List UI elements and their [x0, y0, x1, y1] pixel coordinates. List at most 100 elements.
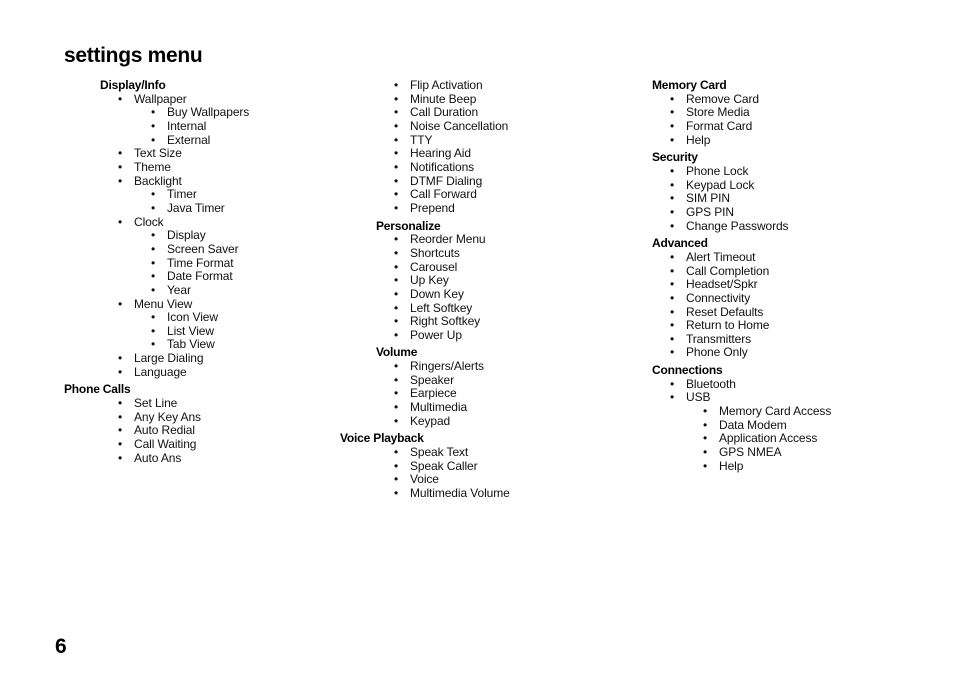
menu-item-label: Auto Ans [134, 450, 182, 465]
bullet-icon: • [394, 413, 399, 428]
menu-section: Personalize • Reorder Menu • Shortcuts • Carou… [340, 219, 510, 343]
menu-item-label: Data Modem [719, 417, 787, 432]
bullet-icon: • [670, 263, 675, 278]
menu-item-label: Right Softkey [410, 314, 481, 329]
menu-item: • Set Line [118, 396, 249, 411]
bullet-icon: • [394, 259, 399, 274]
page-number: 6 [55, 635, 67, 658]
menu-item: • Right Softkey [394, 314, 510, 329]
bullet-icon: • [118, 396, 123, 411]
bullet-icon: • [394, 187, 399, 202]
bullet-icon: • [703, 445, 708, 460]
menu-item: • Hearing Aid [394, 146, 510, 161]
menu-item-label: Remove Card [686, 91, 759, 106]
menu-item: • Call Waiting [118, 437, 249, 452]
bullet-icon: • [670, 390, 675, 405]
menu-item-label: Headset/Spkr [686, 277, 758, 292]
bullet-icon: • [670, 204, 675, 219]
menu-item: • Speak Caller [394, 459, 510, 474]
menu-item-label: DTMF Dialing [410, 173, 483, 188]
menu-item: • Auto Redial [118, 423, 249, 438]
menu-item-label: Left Softkey [410, 300, 473, 315]
bullet-icon: • [151, 228, 156, 243]
menu-item-label: Multimedia [410, 400, 468, 415]
menu-item-label: Ringers/Alerts [410, 359, 484, 374]
bullet-icon: • [394, 200, 399, 215]
menu-item-label: Prepend [410, 200, 455, 215]
menu-item-label: SIM PIN [686, 191, 730, 206]
bullet-icon: • [394, 105, 399, 120]
menu-item: • Text Size [118, 146, 249, 161]
bullet-icon: • [703, 417, 708, 432]
menu-item-label: Clock [134, 214, 164, 229]
bullet-icon: • [151, 323, 156, 338]
menu-item-label: Alert Timeout [686, 249, 756, 264]
menu-item-label: Java Timer [167, 200, 225, 215]
menu-item-label: Voice [410, 472, 439, 487]
menu-item-label: Connectivity [686, 290, 751, 305]
menu-item: • Multimedia Volume [394, 486, 510, 501]
menu-item-label: Auto Redial [134, 423, 195, 438]
bullet-icon: • [151, 255, 156, 270]
bullet-icon: • [118, 364, 123, 379]
menu-item: • Shortcuts [394, 246, 510, 261]
menu-item: • Remove Card [670, 91, 831, 107]
menu-item-label: Flip Activation [410, 78, 483, 92]
submenu-item: • Icon View [151, 310, 249, 325]
bullet-icon: • [394, 173, 399, 188]
menu-item-label: Help [719, 458, 744, 473]
bullet-icon: • [118, 159, 123, 174]
menu-item-label: Carousel [410, 259, 458, 274]
menu-item: • Call Forward [394, 187, 510, 202]
menu-item: • Return to Home [670, 318, 831, 333]
menu-item: • Language [118, 364, 249, 380]
menu-item: • Prepend [394, 200, 510, 216]
bullet-icon: • [151, 269, 156, 284]
menu-item: • USB [670, 391, 831, 405]
menu-item: • DTMF Dialing [394, 173, 510, 189]
section-heading: Connections [652, 363, 723, 378]
bullet-icon: • [118, 409, 123, 424]
menu-item: • Flip Activation [394, 78, 510, 93]
submenu-item: • Data Modem [703, 417, 831, 433]
bullet-icon: • [394, 146, 399, 161]
bullet-icon: • [670, 318, 675, 333]
section-heading: Security [652, 150, 698, 165]
menu-item-label: External [167, 132, 211, 147]
menu-item-label: Earpiece [410, 386, 457, 401]
menu-item-label: GPS PIN [686, 204, 734, 219]
menu-item: • Large Dialing [118, 351, 249, 366]
bullet-icon: • [394, 486, 399, 501]
menu-item-label: Noise Cancellation [410, 118, 509, 133]
bullet-icon: • [151, 241, 156, 256]
menu-item: • Up Key [394, 273, 510, 288]
bullet-icon: • [703, 404, 708, 419]
submenu-item: • GPS NMEA [703, 445, 831, 460]
menu-item: • Store Media [670, 105, 831, 120]
submenu-item: • Time Format [151, 256, 249, 271]
submenu-item: • Year [151, 283, 249, 298]
menu-item-label: Return to Home [686, 318, 770, 333]
bullet-icon: • [670, 290, 675, 305]
section-heading: Memory Card [652, 78, 727, 92]
menu-item-label: Any Key Ans [134, 409, 201, 424]
menu-item-label: Call Duration [410, 105, 479, 120]
bullet-icon: • [118, 146, 123, 161]
bullet-icon: • [703, 458, 708, 473]
menu-column-3: Memory Card • Remove Card • Store Media • Form… [652, 78, 831, 473]
menu-section: • Flip Activation • Minute Beep • Call Durati… [340, 78, 510, 216]
submenu-item: • List View [151, 324, 249, 339]
menu-item-label: Screen Saver [167, 241, 239, 256]
menu-item-label: Icon View [167, 310, 218, 325]
bullet-icon: • [703, 431, 708, 446]
menu-item: • Keypad [394, 414, 510, 429]
submenu-item: • Timer [151, 187, 249, 202]
menu-section: Connections • Bluetooth • USB • Memory Card Ac… [652, 363, 831, 473]
bullet-icon: • [670, 218, 675, 233]
submenu-item: • Tab View [151, 338, 249, 352]
menu-item-label: Speak Text [410, 445, 469, 460]
menu-item-label: Language [134, 364, 187, 379]
menu-item-label: Format Card [686, 118, 753, 133]
bullet-icon: • [394, 372, 399, 387]
bullet-icon: • [151, 310, 156, 325]
